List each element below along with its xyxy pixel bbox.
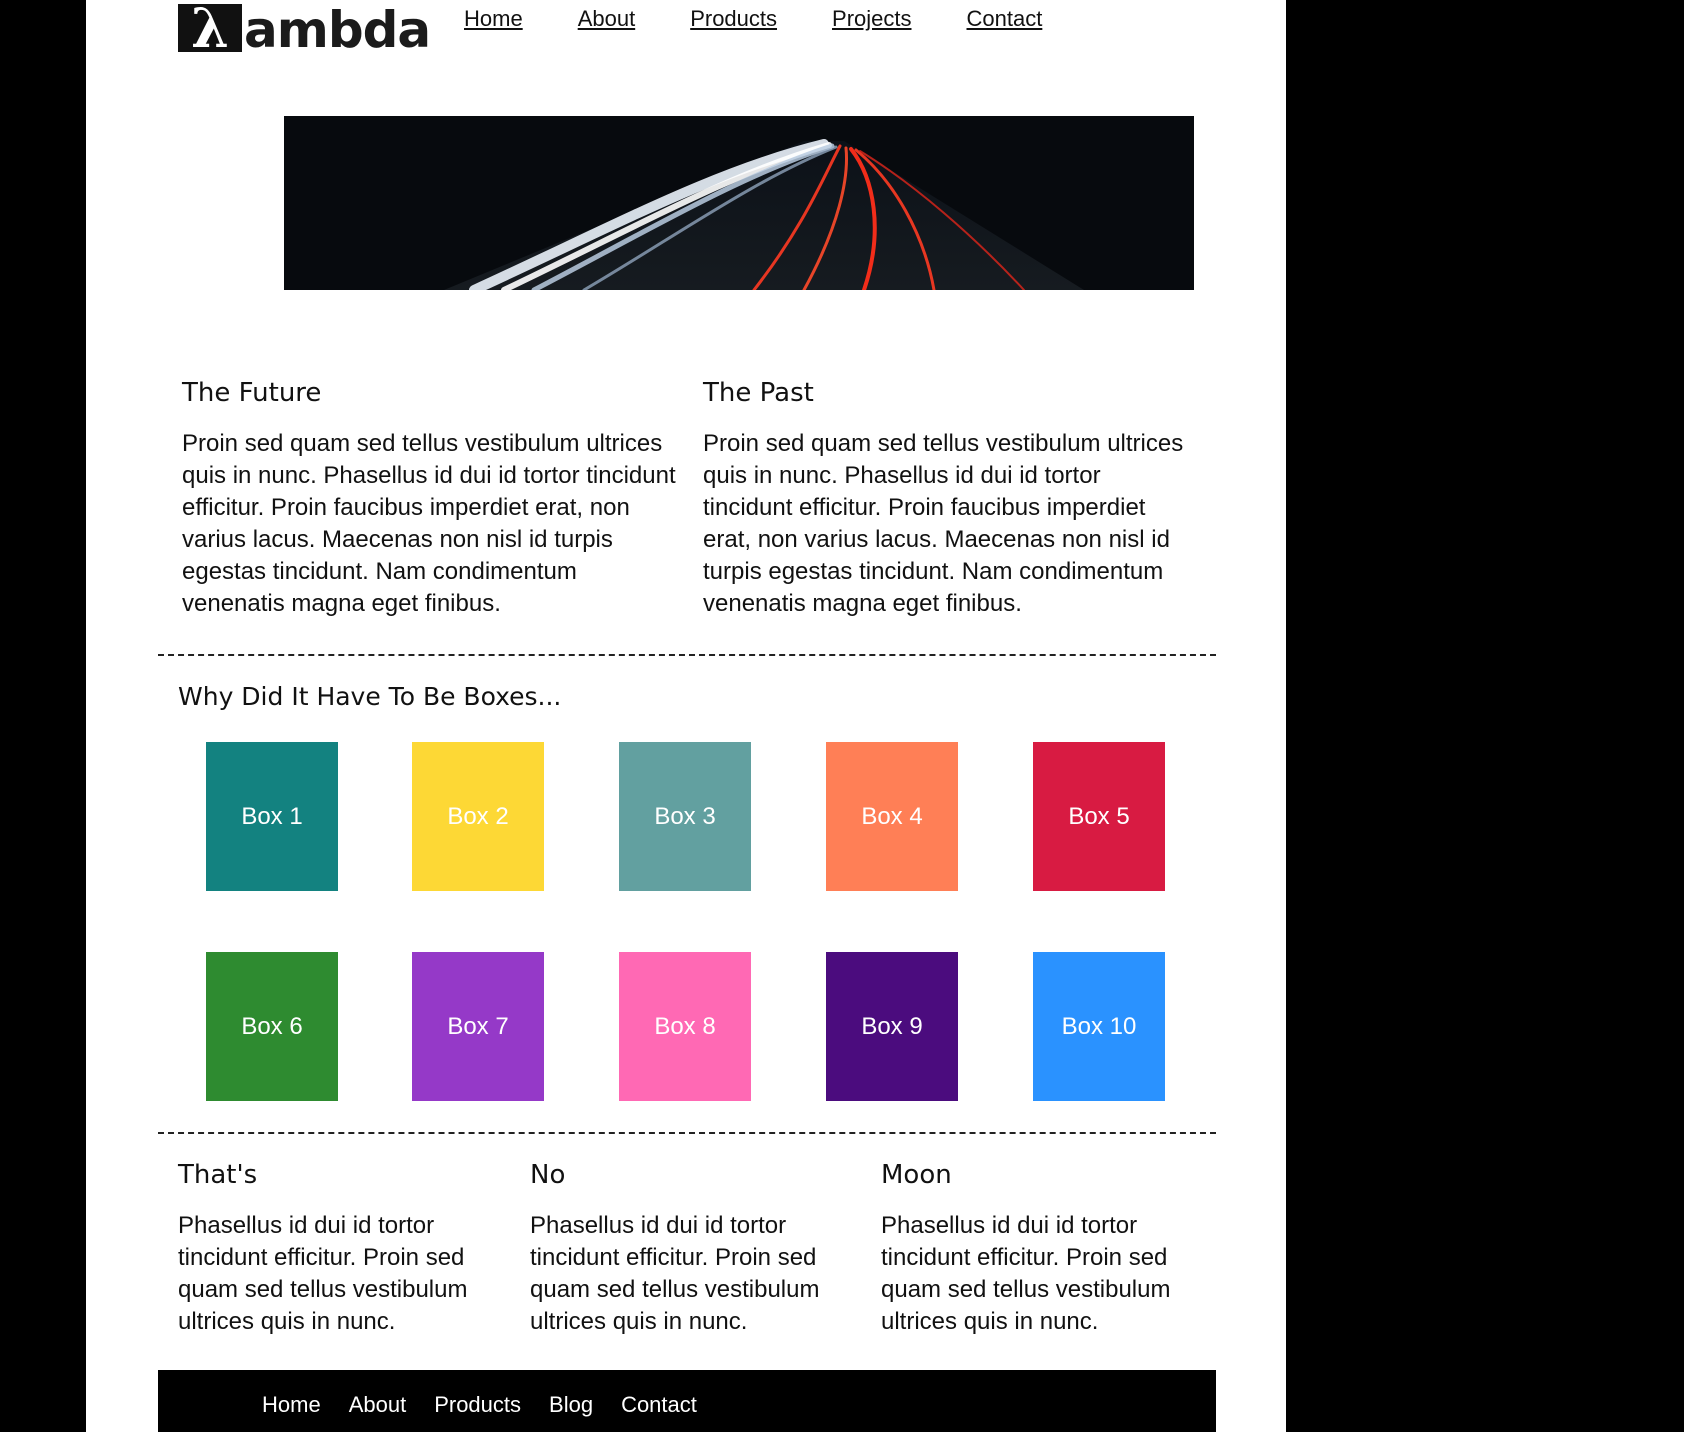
footer: Home About Products Blog Contact	[158, 1370, 1216, 1432]
box-10: Box 10	[1033, 952, 1165, 1101]
footer-home-link[interactable]: Home	[262, 1392, 321, 1418]
column-no-title: No	[530, 1160, 566, 1190]
box-label: Box 7	[447, 1012, 509, 1040]
box-2: Box 2	[412, 742, 544, 891]
section-divider	[158, 654, 1216, 656]
box-5: Box 5	[1033, 742, 1165, 891]
column-moon-title: Moon	[881, 1160, 952, 1190]
box-8: Box 8	[619, 952, 751, 1101]
footer-contact-link[interactable]: Contact	[621, 1392, 697, 1418]
main-nav: Home About Products Projects Contact	[464, 4, 1097, 34]
intro-future-text: Proin sed quam sed tellus vestibulum ult…	[182, 430, 676, 617]
box-6: Box 6	[206, 952, 338, 1101]
nav-home-link[interactable]: Home	[464, 4, 523, 34]
box-1: Box 1	[206, 742, 338, 891]
hero-image	[284, 116, 1194, 290]
intro-past-title: The Past	[703, 378, 814, 408]
column-moon-text: Phasellus id dui id tortor tincidunt eff…	[881, 1212, 1171, 1335]
box-label: Box 1	[241, 802, 303, 830]
highway-light-trails-image	[284, 116, 1194, 290]
box-label: Box 4	[861, 802, 923, 830]
boxes-grid: Box 1 Box 2 Box 3 Box 4 Box 5 Box 6 Box …	[206, 742, 1174, 1102]
section-divider	[158, 1132, 1216, 1134]
footer-blog-link[interactable]: Blog	[549, 1392, 593, 1418]
box-label: Box 8	[654, 1012, 716, 1040]
nav-projects-link[interactable]: Projects	[832, 4, 911, 34]
column-thats-title: That's	[178, 1160, 258, 1190]
box-label: Box 9	[861, 1012, 923, 1040]
nav-products-link[interactable]: Products	[690, 4, 777, 34]
box-4: Box 4	[826, 742, 958, 891]
box-7: Box 7	[412, 952, 544, 1101]
lambda-logo[interactable]: λ ambda	[178, 0, 431, 59]
footer-about-link[interactable]: About	[349, 1392, 407, 1418]
nav-about-link[interactable]: About	[578, 4, 636, 34]
footer-nav: Home About Products Blog Contact	[262, 1392, 725, 1418]
box-label: Box 3	[654, 802, 716, 830]
box-label: Box 10	[1061, 1012, 1137, 1040]
page: λ ambda Home About Products Projects Con…	[86, 0, 1286, 1432]
column-moon: Moon Phasellus id dui id tortor tincidun…	[881, 1160, 1191, 1338]
intro-column-past: The Past Proin sed quam sed tellus vesti…	[703, 378, 1193, 620]
column-thats-text: Phasellus id dui id tortor tincidunt eff…	[178, 1212, 468, 1335]
nav-contact-link[interactable]: Contact	[967, 4, 1043, 34]
box-label: Box 5	[1068, 802, 1130, 830]
intro-past-text: Proin sed quam sed tellus vestibulum ult…	[703, 430, 1184, 617]
column-no: No Phasellus id dui id tortor tincidunt …	[530, 1160, 840, 1338]
box-3: Box 3	[619, 742, 751, 891]
box-label: Box 2	[447, 802, 509, 830]
box-9: Box 9	[826, 952, 958, 1101]
column-no-text: Phasellus id dui id tortor tincidunt eff…	[530, 1212, 820, 1335]
intro-future-title: The Future	[182, 378, 322, 408]
footer-products-link[interactable]: Products	[434, 1392, 521, 1418]
column-thats: That's Phasellus id dui id tortor tincid…	[178, 1160, 488, 1338]
lambda-logo-mark: λ	[178, 1, 242, 55]
box-label: Box 6	[241, 1012, 303, 1040]
intro-column-future: The Future Proin sed quam sed tellus ves…	[182, 378, 682, 620]
boxes-section-title: Why Did It Have To Be Boxes...	[178, 682, 562, 711]
lambda-logo-text: ambda	[244, 1, 431, 59]
